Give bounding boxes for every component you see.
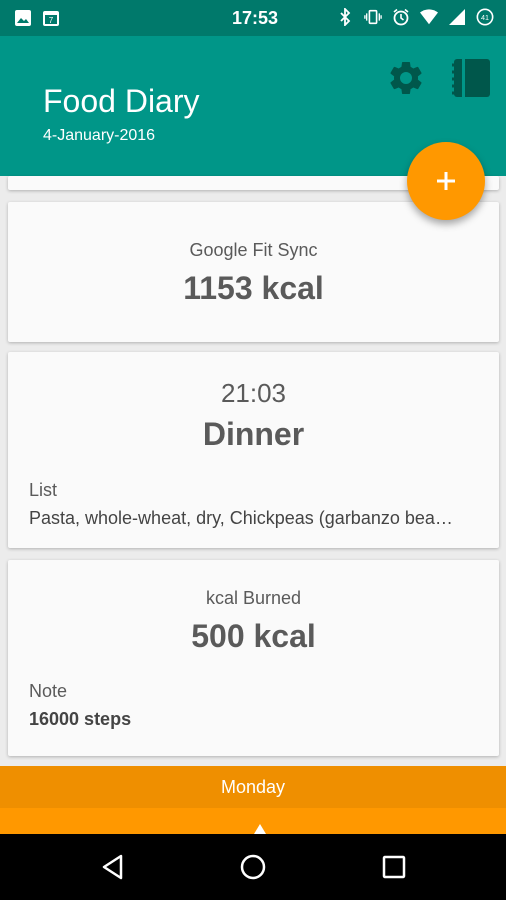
day-tab-bar[interactable]: Monday (0, 766, 506, 808)
meal-list-label: List (29, 480, 58, 500)
meal-time: 21:03 (220, 378, 287, 408)
add-entry-button[interactable] (407, 142, 485, 220)
day-indicator-strip (0, 808, 506, 834)
cell-signal-icon (448, 8, 466, 26)
meal-list-value: Pasta, whole-wheat, dry, Chickpeas (garb… (29, 508, 453, 528)
wifi-icon (420, 8, 438, 26)
meal-name: Dinner (202, 416, 305, 452)
kcal-burned-card[interactable]: kcal Burned 500 kcal Note 16000 steps (8, 560, 499, 756)
calendar-icon: 7 (42, 9, 60, 27)
battery-level: 41 (481, 13, 489, 22)
burned-caption: kcal Burned (205, 588, 302, 608)
bluetooth-icon (336, 8, 354, 26)
note-label: Note (29, 681, 68, 701)
app-title: Food Diary (43, 83, 200, 119)
sync-caption: Google Fit Sync (189, 240, 318, 260)
status-time: 17:53 (232, 8, 279, 28)
meal-card[interactable]: 21:03 Dinner List Pasta, whole-wheat, dr… (8, 352, 499, 548)
status-bar: 7 17:53 41 (0, 0, 506, 36)
diary-book-button[interactable] (450, 56, 494, 100)
image-icon (14, 9, 32, 27)
settings-button[interactable] (386, 58, 426, 98)
indicator-mark (254, 824, 266, 834)
nav-recents-button[interactable] (379, 852, 409, 882)
svg-text:7: 7 (49, 16, 54, 25)
battery-icon: 41 (476, 8, 494, 26)
app-date: 4-January-2016 (43, 127, 156, 144)
plus-icon (437, 172, 455, 190)
google-fit-sync-card[interactable]: Google Fit Sync 1153 kcal (8, 202, 499, 342)
gear-icon (390, 61, 422, 94)
system-nav-bar (0, 834, 506, 900)
nav-home-button[interactable] (238, 852, 268, 882)
sync-kcal-value: 1153 kcal (183, 270, 324, 306)
home-icon (240, 854, 266, 880)
back-icon (102, 854, 123, 880)
nav-back-button[interactable] (98, 852, 128, 882)
vibrate-icon (364, 8, 382, 26)
note-value: 16000 steps (29, 709, 132, 729)
alarm-icon (392, 8, 410, 26)
recents-icon (382, 855, 406, 879)
day-label: Monday (220, 776, 286, 797)
burned-kcal-value: 500 kcal (191, 618, 316, 654)
book-icon (452, 59, 490, 97)
